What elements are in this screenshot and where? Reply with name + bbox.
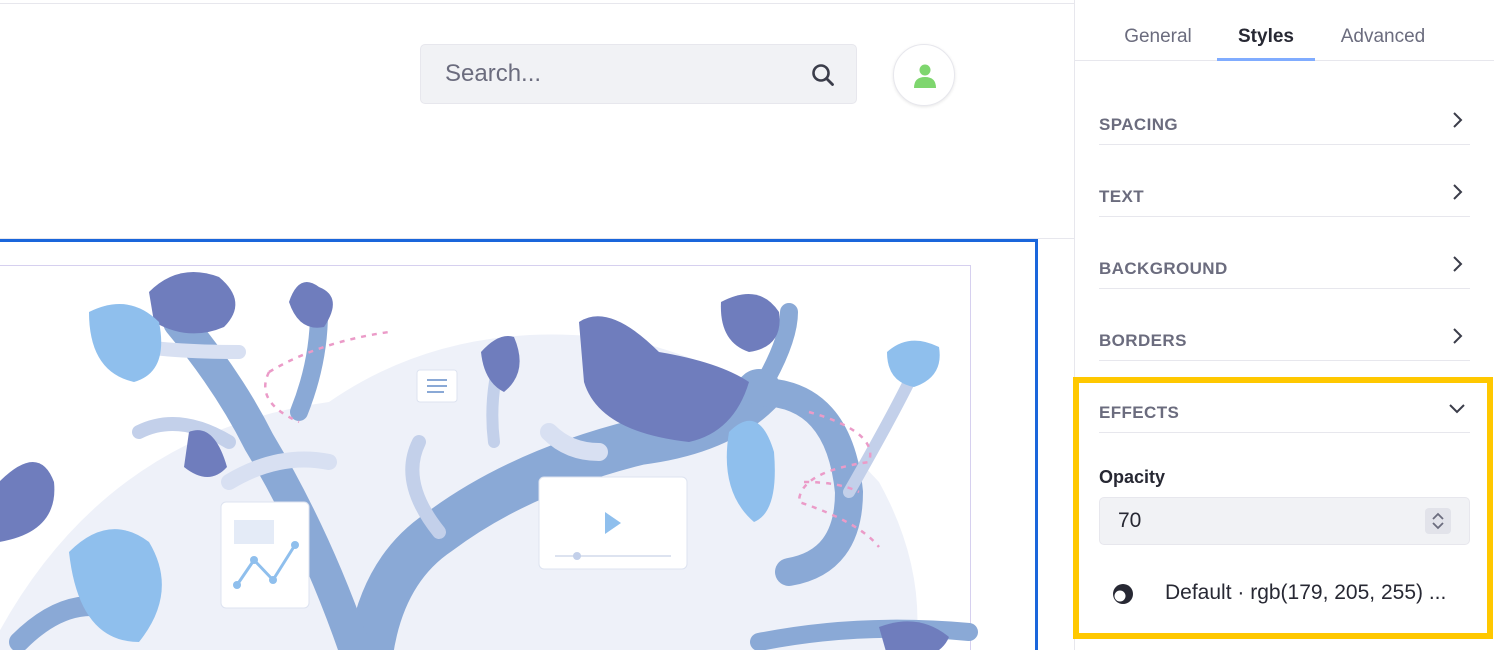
chevron-right-icon [1453, 256, 1463, 272]
tab-advanced[interactable]: Advanced [1330, 26, 1436, 61]
search-input[interactable] [421, 45, 801, 103]
search-icon[interactable] [810, 62, 836, 88]
chevron-right-icon [1453, 112, 1463, 128]
search-bar [420, 44, 857, 104]
section-spacing[interactable]: SPACING [1099, 99, 1470, 145]
section-text[interactable]: TEXT [1099, 171, 1470, 217]
effects-highlight-frame [1073, 377, 1493, 639]
user-icon [914, 64, 936, 88]
section-background-title: BACKGROUND [1099, 259, 1228, 278]
chevron-right-icon [1453, 184, 1463, 200]
selected-image-fragment[interactable] [0, 239, 1038, 650]
section-background[interactable]: BACKGROUND [1099, 243, 1470, 289]
user-avatar-button[interactable] [893, 44, 955, 106]
section-spacing-title: SPACING [1099, 115, 1178, 134]
panel-tabs: General Styles Advanced [1075, 0, 1494, 61]
tab-styles[interactable]: Styles [1217, 26, 1315, 61]
section-text-title: TEXT [1099, 187, 1145, 206]
page-header [0, 4, 1074, 238]
section-borders-title: BORDERS [1099, 331, 1187, 350]
chevron-right-icon [1453, 328, 1463, 344]
section-borders[interactable]: BORDERS [1099, 315, 1470, 361]
tree-illustration-image [0, 272, 978, 650]
tab-general[interactable]: General [1116, 26, 1200, 61]
